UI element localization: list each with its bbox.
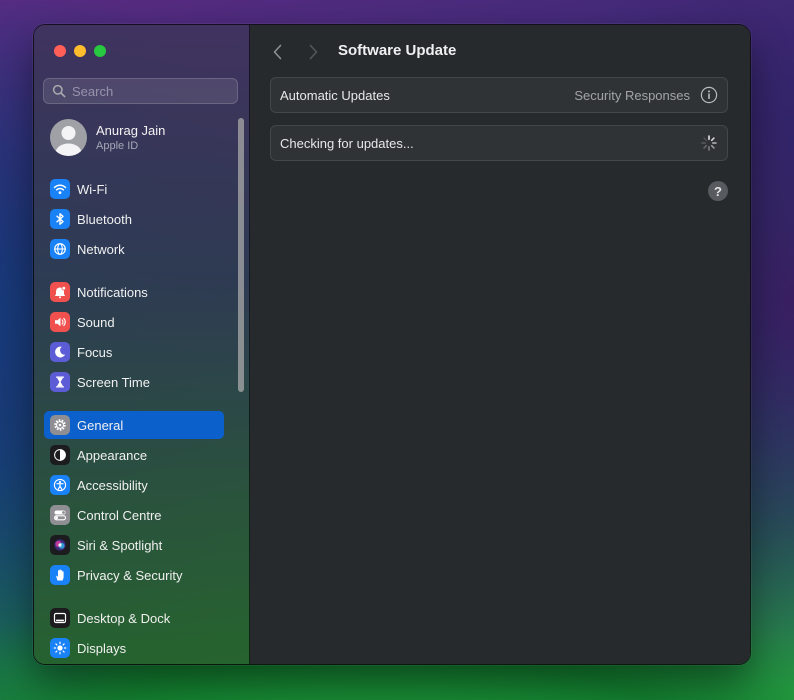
- forward-button[interactable]: [305, 42, 321, 62]
- sidebar-item-label: Siri & Spotlight: [77, 537, 163, 553]
- avatar: [50, 119, 87, 156]
- sidebar-item-label: Screen Time: [77, 374, 150, 390]
- loading-spinner-icon: [700, 134, 718, 152]
- account-name: Anurag Jain: [96, 123, 166, 138]
- sidebar-item-general[interactable]: General: [44, 411, 224, 439]
- info-icon[interactable]: [700, 86, 718, 104]
- sidebar-item-label: Appearance: [77, 447, 148, 463]
- sidebar-item-siri-spotlight[interactable]: Siri & Spotlight: [44, 531, 224, 559]
- sidebar-item-appearance[interactable]: Appearance: [44, 441, 224, 469]
- speaker-icon: [50, 312, 70, 332]
- bluetooth-icon: [50, 209, 70, 229]
- sidebar-item-label: General: [77, 417, 124, 433]
- sidebar-item-desktop-dock[interactable]: Desktop & Dock: [44, 604, 224, 632]
- sidebar-scrollbar[interactable]: [238, 118, 244, 392]
- sidebar-item-network[interactable]: Network: [44, 235, 224, 263]
- sidebar-item-label: Focus: [77, 344, 113, 360]
- sidebar-item-label: Desktop & Dock: [77, 610, 171, 626]
- search-icon: [52, 84, 66, 98]
- hourglass-icon: [50, 372, 70, 392]
- sidebar-item-wifi[interactable]: Wi-Fi: [44, 175, 224, 203]
- search-field[interactable]: [43, 78, 238, 104]
- toggles-icon: [50, 505, 70, 525]
- sidebar-item-notifications[interactable]: Notifications: [44, 278, 224, 306]
- back-button[interactable]: [270, 42, 286, 62]
- sidebar-item-privacy-security[interactable]: Privacy & Security: [44, 561, 224, 589]
- sidebar-item-label: Accessibility: [77, 477, 148, 493]
- sidebar: Anurag Jain Apple ID Wi-Fi Bluetooth Net…: [34, 25, 250, 664]
- update-status-row: Checking for updates...: [270, 125, 728, 161]
- globe-icon: [50, 239, 70, 259]
- sidebar-item-bluetooth[interactable]: Bluetooth: [44, 205, 224, 233]
- sun-icon: [50, 638, 70, 658]
- siri-icon: [50, 535, 70, 555]
- gear-icon: [50, 415, 70, 435]
- sidebar-item-label: Bluetooth: [77, 211, 132, 227]
- sidebar-item-label: Privacy & Security: [77, 567, 183, 583]
- hand-icon: [50, 565, 70, 585]
- account-subtitle: Apple ID: [96, 140, 139, 152]
- sidebar-item-focus[interactable]: Focus: [44, 338, 224, 366]
- sidebar-item-label: Displays: [77, 640, 127, 656]
- automatic-updates-label: Automatic Updates: [280, 87, 390, 103]
- sidebar-item-label: Notifications: [77, 284, 148, 300]
- apple-id-account[interactable]: Anurag Jain Apple ID: [50, 119, 165, 156]
- sidebar-item-label: Wi-Fi: [77, 181, 108, 197]
- chevron-right-icon: [309, 44, 318, 60]
- automatic-updates-row[interactable]: Automatic Updates Security Responses: [270, 77, 728, 113]
- page-title: Software Update: [338, 42, 457, 59]
- search-input[interactable]: [70, 82, 234, 100]
- sidebar-item-label: Control Centre: [77, 507, 162, 523]
- sidebar-item-label: Network: [77, 241, 125, 257]
- system-settings-window: Anurag Jain Apple ID Wi-Fi Bluetooth Net…: [34, 25, 750, 664]
- chevron-left-icon: [273, 44, 282, 60]
- update-status-label: Checking for updates...: [280, 135, 414, 151]
- moon-icon: [50, 342, 70, 362]
- dock-icon: [50, 608, 70, 628]
- zoom-window-button[interactable]: [94, 45, 106, 57]
- bell-icon: [50, 282, 70, 302]
- accessibility-icon: [50, 475, 70, 495]
- appearance-icon: [50, 445, 70, 465]
- close-window-button[interactable]: [54, 45, 66, 57]
- minimize-window-button[interactable]: [74, 45, 86, 57]
- sidebar-item-screen-time[interactable]: Screen Time: [44, 368, 224, 396]
- wifi-icon: [50, 179, 70, 199]
- sidebar-item-accessibility[interactable]: Accessibility: [44, 471, 224, 499]
- sidebar-item-control-centre[interactable]: Control Centre: [44, 501, 224, 529]
- security-responses-label: Security Responses: [574, 87, 690, 103]
- sidebar-item-label: Sound: [77, 314, 115, 330]
- sidebar-item-displays[interactable]: Displays: [44, 634, 224, 662]
- sidebar-item-sound[interactable]: Sound: [44, 308, 224, 336]
- help-button[interactable]: ?: [708, 181, 728, 201]
- main-content: Software Update Automatic Updates Securi…: [250, 25, 750, 664]
